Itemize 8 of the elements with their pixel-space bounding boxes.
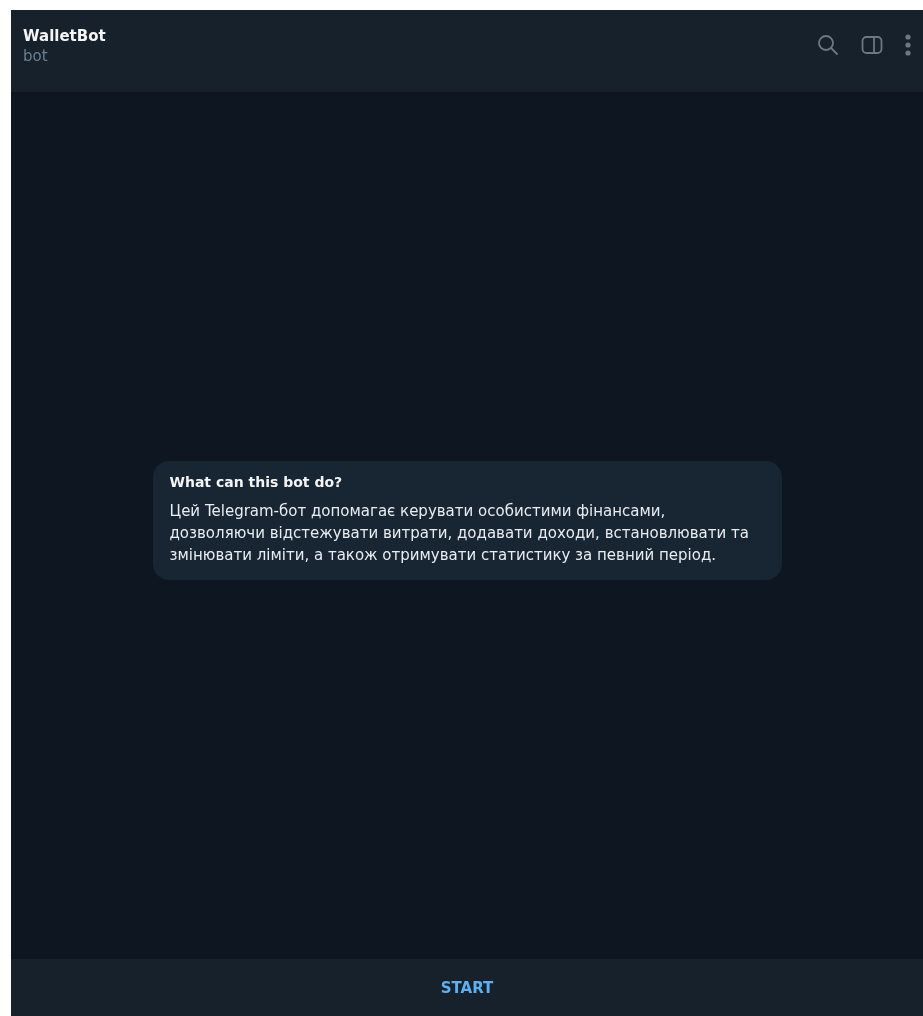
- card-title: What can this bot do?: [169, 474, 344, 490]
- card-text: Цей Telegram-бот допомагає керувати особистими фінансами, дозволяючи відстежувати витрати, додавати доходи, встановлювати та змінювати ліміти, а також отримувати статистику за певний період.: [169, 501, 750, 566]
- chat-title: WalletBot: [23, 27, 106, 45]
- more-icon[interactable]: [905, 34, 911, 56]
- start-button[interactable]: START: [11, 959, 923, 1016]
- sidebar-toggle-icon[interactable]: [861, 35, 883, 55]
- search-icon[interactable]: [817, 34, 839, 56]
- chat-subtitle: bot: [23, 47, 49, 65]
